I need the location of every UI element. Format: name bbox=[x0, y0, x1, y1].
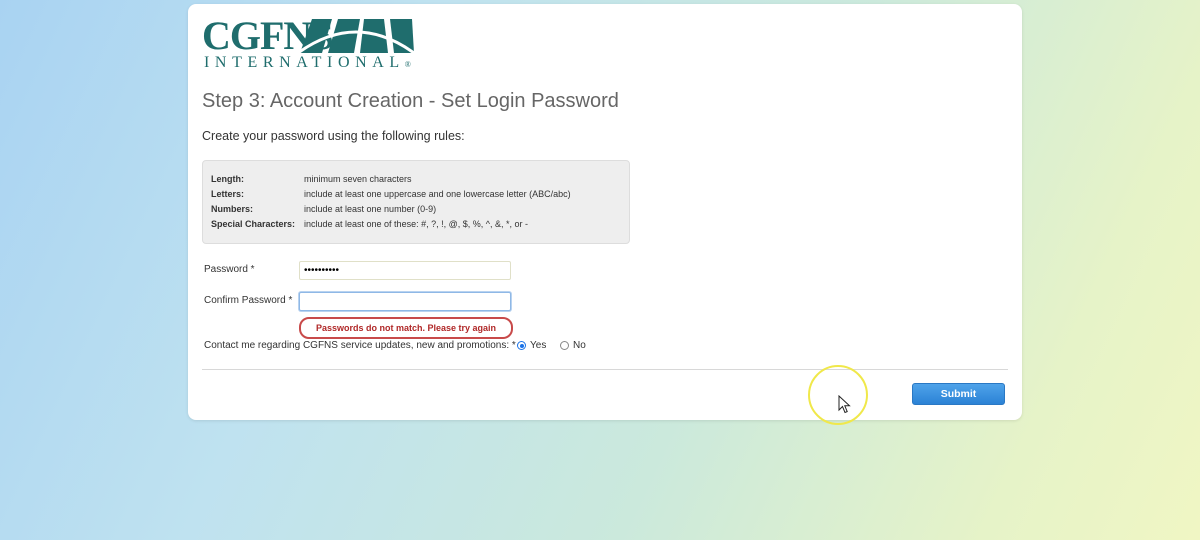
mouse-pointer-icon bbox=[838, 395, 851, 414]
confirm-password-label: Confirm Password * bbox=[204, 295, 293, 306]
password-label: Password * bbox=[204, 264, 255, 275]
logo-subtext: INTERNATIONAL® bbox=[204, 54, 411, 71]
confirm-password-field[interactable] bbox=[299, 292, 511, 311]
rule-label: Numbers: bbox=[211, 204, 254, 214]
rule-value: include at least one uppercase and one l… bbox=[304, 189, 571, 199]
logo-arch-icon bbox=[298, 19, 414, 53]
page-title: Step 3: Account Creation - Set Login Pas… bbox=[202, 90, 619, 112]
contact-no-label[interactable]: No bbox=[573, 340, 586, 351]
contact-no-radio[interactable] bbox=[560, 341, 569, 350]
rule-label: Letters: bbox=[211, 189, 245, 199]
rule-label: Special Characters: bbox=[211, 219, 296, 229]
contact-preference-label: Contact me regarding CGFNS service updat… bbox=[204, 340, 516, 351]
rule-value: include at least one of these: #, ?, !, … bbox=[304, 219, 528, 229]
form-divider bbox=[202, 369, 1008, 370]
intro-text: Create your password using the following… bbox=[202, 129, 465, 143]
password-field[interactable] bbox=[299, 261, 511, 280]
submit-button[interactable]: Submit bbox=[912, 383, 1005, 405]
account-creation-card: CGFNS INTERNATIONAL® Step 3: Account Cre… bbox=[188, 4, 1022, 420]
password-rules-box: Length: minimum seven characters Letters… bbox=[202, 160, 630, 244]
contact-yes-label[interactable]: Yes bbox=[530, 340, 546, 351]
rule-value: minimum seven characters bbox=[304, 174, 412, 184]
password-mismatch-error: Passwords do not match. Please try again bbox=[299, 317, 513, 339]
contact-yes-radio[interactable] bbox=[517, 341, 526, 350]
rule-label: Length: bbox=[211, 174, 244, 184]
cgfns-logo: CGFNS INTERNATIONAL® bbox=[202, 16, 416, 72]
rule-value: include at least one number (0-9) bbox=[304, 204, 437, 214]
